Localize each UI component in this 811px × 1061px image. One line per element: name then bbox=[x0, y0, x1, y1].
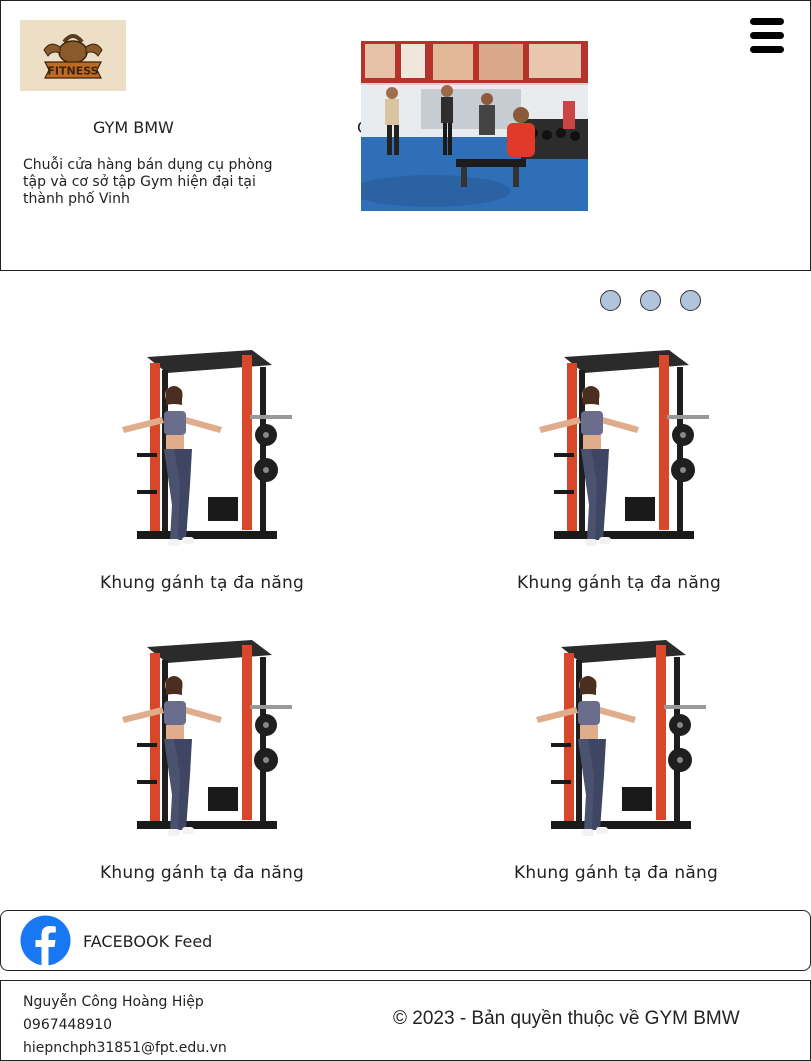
slider-dot-2[interactable] bbox=[640, 290, 661, 311]
copyright-text: © 2023 - Bản quyền thuộc về GYM BMW bbox=[393, 1008, 740, 1029]
product-label[interactable]: Khung gánh tạ đa năng bbox=[466, 863, 766, 883]
site-footer: Nguyễn Công Hoàng Hiệp 0967448910 hiepnc… bbox=[0, 980, 811, 1061]
product-label[interactable]: Khung gánh tạ đa năng bbox=[469, 573, 769, 593]
product-card[interactable]: Khung gánh tạ đa năng bbox=[469, 345, 769, 605]
contact-email: hiepnchph31851@fpt.edu.vn bbox=[23, 1040, 227, 1056]
facebook-icon[interactable] bbox=[20, 915, 71, 966]
product-image bbox=[526, 635, 706, 845]
facebook-feed-link[interactable]: FACEBOOK Feed bbox=[0, 910, 811, 971]
fitness-logo[interactable]: FITNESS bbox=[20, 20, 126, 91]
product-label[interactable]: Khung gánh tạ đa năng bbox=[52, 573, 352, 593]
product-image bbox=[112, 635, 292, 845]
product-card[interactable]: Khung gánh tạ đa năng bbox=[52, 345, 352, 605]
contact-info: Nguyễn Công Hoàng Hiệp 0967448910 hiepnc… bbox=[23, 991, 227, 1060]
brand-tagline: Chuỗi cửa hàng bán dụng cụ phòng tập và … bbox=[23, 157, 273, 207]
slider-dot-1[interactable] bbox=[600, 290, 621, 311]
product-card[interactable]: Khung gánh tạ đa năng bbox=[466, 635, 766, 895]
logo-text: FITNESS bbox=[47, 65, 98, 78]
contact-phone: 0967448910 bbox=[23, 1017, 113, 1033]
brand-name: GYM BMW bbox=[93, 118, 174, 137]
product-image bbox=[529, 345, 709, 555]
slider-dot-3[interactable] bbox=[680, 290, 701, 311]
facebook-feed-label[interactable]: FACEBOOK Feed bbox=[83, 932, 212, 951]
hero-gym-photo bbox=[361, 41, 588, 211]
product-card[interactable]: Khung gánh tạ đa năng bbox=[52, 635, 352, 895]
slider-dots bbox=[600, 290, 710, 312]
site-header: FITNESS GYM BMW C Chuỗi cửa hàng bán dụn… bbox=[0, 0, 811, 271]
product-image bbox=[112, 345, 292, 555]
product-label[interactable]: Khung gánh tạ đa năng bbox=[52, 863, 352, 883]
contact-name: Nguyễn Công Hoàng Hiệp bbox=[23, 994, 204, 1010]
hamburger-menu-icon[interactable] bbox=[750, 18, 784, 53]
